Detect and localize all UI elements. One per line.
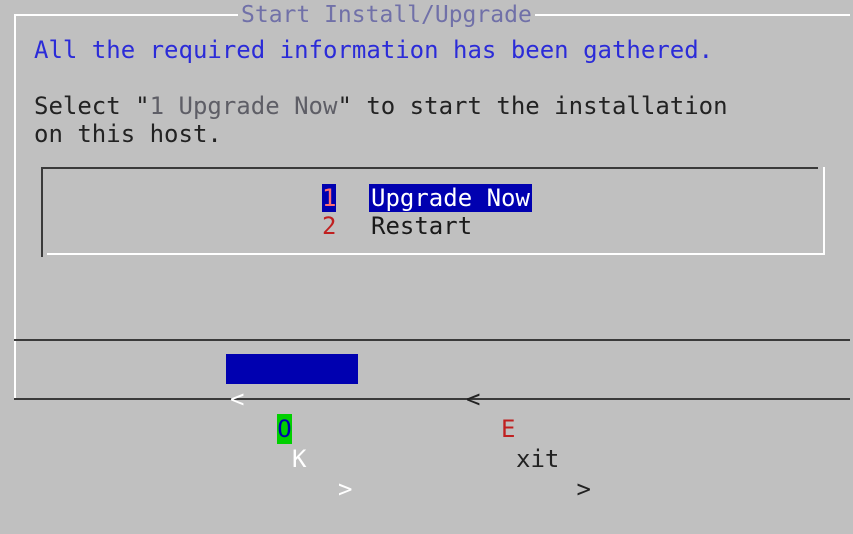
ok-button-right-bracket: >	[338, 475, 353, 503]
menu-item-restart[interactable]: 2 Restart	[0, 212, 853, 240]
menu-item-label: Restart	[371, 212, 473, 240]
button-separator	[14, 339, 850, 341]
install-dialog: Start Install/Upgrade All the required i…	[0, 0, 853, 503]
menu-item-tag: 2	[322, 212, 337, 240]
menu-item-tag: 1	[322, 184, 337, 212]
dialog-title: Start Install/Upgrade	[238, 4, 535, 27]
exit-button[interactable]: < E xit >	[466, 354, 606, 503]
exit-button-hotkey: E	[501, 415, 516, 443]
ok-button-label-rest: K	[292, 445, 307, 473]
ok-button-hotkey: O	[277, 414, 292, 444]
menu-item-label: Upgrade Now	[369, 184, 532, 212]
instruction-prefix: Select "	[34, 92, 150, 120]
instruction-suffix: " to start the installation	[337, 92, 728, 120]
exit-button-left-bracket: <	[466, 385, 481, 413]
instruction-message: Select "1 Upgrade Now" to start the inst…	[34, 92, 728, 120]
ok-button-left-bracket: <	[230, 385, 245, 413]
instruction-message-cont: on this host.	[34, 120, 222, 148]
ok-button[interactable]: < O K >	[226, 354, 358, 503]
dialog-frame-bottom	[14, 398, 850, 400]
info-message: All the required information has been ga…	[34, 36, 714, 64]
exit-button-label-rest: xit	[516, 445, 560, 473]
instruction-option-highlight: 1 Upgrade Now	[149, 92, 338, 120]
menu-frame-bottom	[47, 253, 825, 255]
menu-frame-top	[41, 167, 818, 169]
menu-item-upgrade-now[interactable]: 1 Upgrade Now	[0, 184, 853, 212]
exit-button-right-bracket: >	[562, 475, 591, 503]
